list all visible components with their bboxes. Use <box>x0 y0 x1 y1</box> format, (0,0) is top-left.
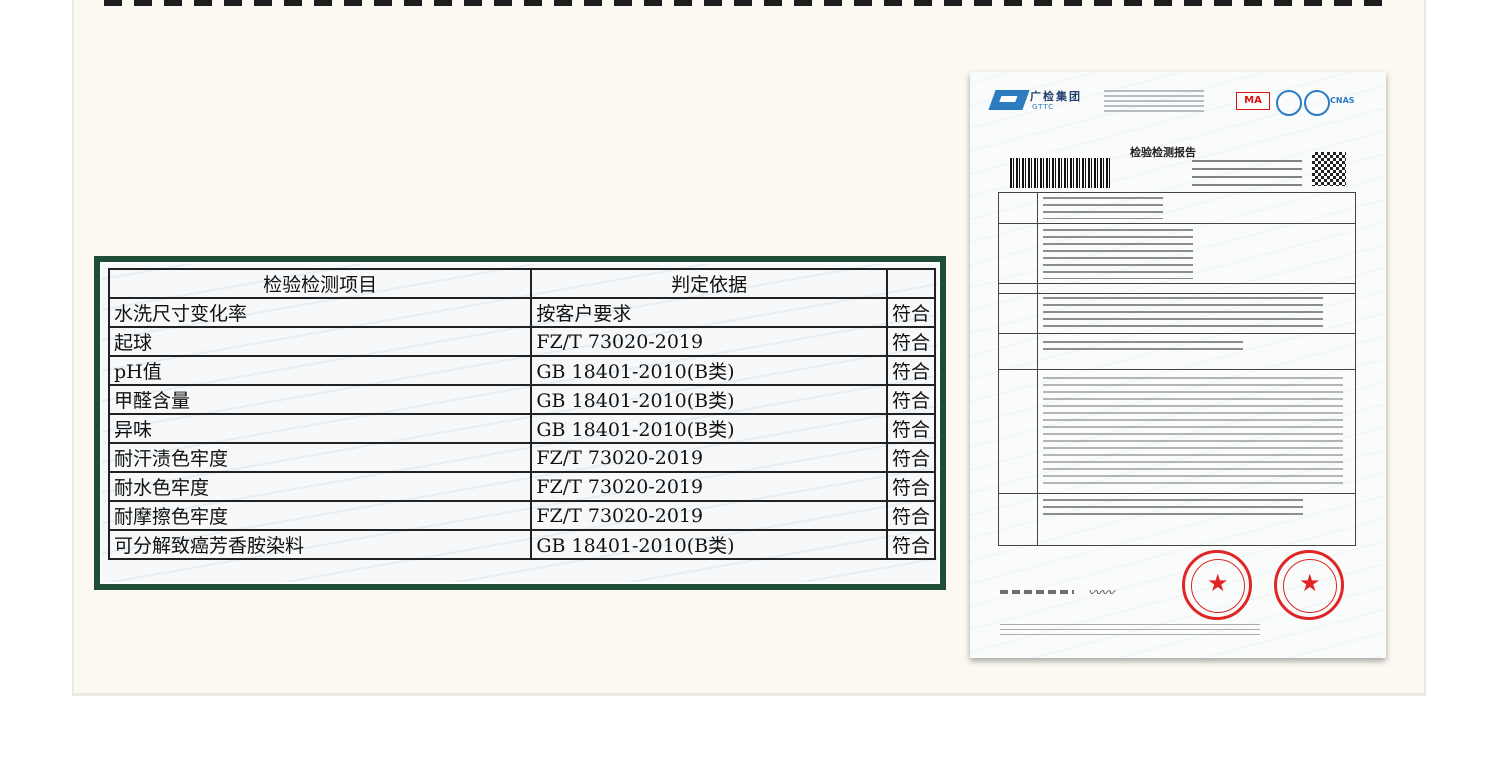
test-item: 异味 <box>107 413 533 444</box>
org-name: 广检集团 <box>1030 90 1082 103</box>
test-item: 耐水色牢度 <box>107 471 533 502</box>
basis: GB 18401-2010(B类) <box>530 529 888 560</box>
test-item: pH值 <box>107 355 533 386</box>
result: 符合 <box>885 355 937 386</box>
results-table: 检验检测项目 判定依据 水洗尺寸变化率 按客户要求 符合 起球 FZ/T 73020-… <box>107 268 937 560</box>
test-item: 甲醛含量 <box>107 384 533 415</box>
table-row: 可分解致癌芳香胺染料 GB 18401-2010(B类) 符合 <box>107 529 937 560</box>
handwritten-signature: 〰〰 <box>1088 586 1115 601</box>
test-report-certificate: 广检集团 GTTC MA CNAS 检验检测报告 ★ ★ 〰〰 <box>970 72 1386 658</box>
results-table-frame: 检验检测项目 判定依据 水洗尺寸变化率 按客户要求 符合 起球 FZ/T 73020-… <box>94 256 946 590</box>
header-basis: 判定依据 <box>530 268 888 299</box>
table-row: 耐汗渍色牢度 FZ/T 73020-2019 符合 <box>107 442 937 473</box>
basis: FZ/T 73020-2019 <box>530 471 888 502</box>
results-mini-table <box>1043 377 1343 487</box>
test-item: 起球 <box>107 326 533 357</box>
basis-text-lines <box>1043 297 1323 327</box>
sample-text-lines <box>1043 229 1193 279</box>
test-item: 可分解致癌芳香胺染料 <box>107 529 533 560</box>
basis: GB 18401-2010(B类) <box>530 355 888 386</box>
cnas-mark: CNAS <box>1330 96 1355 105</box>
org-abbr: GTTC <box>1032 103 1055 111</box>
table-row: 水洗尺寸变化率 按客户要求 符合 <box>107 297 937 328</box>
approver-label-lines <box>1000 590 1074 594</box>
basis: GB 18401-2010(B类) <box>530 413 888 444</box>
grid-divider <box>999 493 1355 494</box>
table-row: 甲醛含量 GB 18401-2010(B类) 符合 <box>107 384 937 415</box>
accreditation-seal-icon <box>1304 90 1330 116</box>
grid-divider <box>999 369 1355 370</box>
table-row: 起球 FZ/T 73020-2019 符合 <box>107 326 937 357</box>
ma-mark-icon: MA <box>1236 92 1270 110</box>
table-row: 耐摩擦色牢度 FZ/T 73020-2019 符合 <box>107 500 937 531</box>
report-title: 检验检测报告 <box>1130 146 1196 159</box>
client-text-lines <box>1043 197 1163 219</box>
table-header-row: 检验检测项目 判定依据 <box>107 268 937 299</box>
table-row: 异味 GB 18401-2010(B类) 符合 <box>107 413 937 444</box>
basis: FZ/T 73020-2019 <box>530 442 888 473</box>
gttc-logo-icon <box>988 90 1030 110</box>
test-item: 水洗尺寸变化率 <box>107 297 533 328</box>
star-icon: ★ <box>1207 569 1229 597</box>
basis: 按客户要求 <box>530 297 888 328</box>
header-result <box>885 268 937 299</box>
results-table-container: 检验检测项目 判定依据 水洗尺寸变化率 按客户要求 符合 起球 FZ/T 73020-… <box>100 262 940 584</box>
result: 符合 <box>885 471 937 502</box>
star-icon: ★ <box>1299 569 1321 597</box>
basis: GB 18401-2010(B类) <box>530 384 888 415</box>
header-test-item: 检验检测项目 <box>107 268 533 299</box>
test-item: 耐摩擦色牢度 <box>107 500 533 531</box>
red-seal-stamp-icon: ★ <box>1274 550 1344 620</box>
report-meta-lines <box>1192 160 1302 190</box>
basis: FZ/T 73020-2019 <box>530 326 888 357</box>
grid-divider <box>999 333 1355 334</box>
table-row: pH值 GB 18401-2010(B类) 符合 <box>107 355 937 386</box>
result: 符合 <box>885 500 937 531</box>
ilac-seal-icon <box>1276 90 1302 116</box>
remarks-text-lines <box>1043 499 1303 519</box>
grid-divider <box>999 283 1355 284</box>
result: 符合 <box>885 413 937 444</box>
dashed-divider <box>104 0 1394 6</box>
grid-divider <box>999 293 1355 294</box>
result: 符合 <box>885 442 937 473</box>
red-seal-stamp-icon: ★ <box>1182 550 1252 620</box>
footer-text-lines <box>1000 624 1260 636</box>
result: 符合 <box>885 297 937 328</box>
barcode-icon <box>1010 158 1110 188</box>
qr-code-icon <box>1312 152 1346 186</box>
result: 符合 <box>885 384 937 415</box>
basis: FZ/T 73020-2019 <box>530 500 888 531</box>
org-address-lines <box>1104 90 1204 112</box>
result: 符合 <box>885 529 937 560</box>
report-grid <box>998 192 1356 546</box>
conclusion-text-lines <box>1043 341 1243 353</box>
test-item: 耐汗渍色牢度 <box>107 442 533 473</box>
grid-divider <box>999 223 1355 224</box>
result: 符合 <box>885 326 937 357</box>
table-row: 耐水色牢度 FZ/T 73020-2019 符合 <box>107 471 937 502</box>
